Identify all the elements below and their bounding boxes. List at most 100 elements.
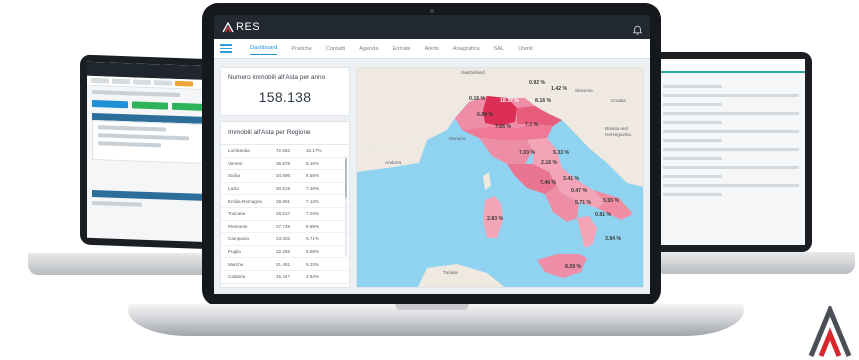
region-row[interactable]: Emilia-Romagna 28.801 7.13% [221,195,349,208]
nav-sal[interactable]: SAL [494,43,505,55]
region-percent: 5.55% [306,249,320,255]
nav-contatti[interactable]: Contatti [326,43,345,55]
map-value-label: 7.26 % [495,124,512,130]
bell-icon[interactable] [632,22,643,35]
right-text-line [663,121,723,124]
laptop-screen: RES Dashboard Pratiche Contatti Agenda E… [214,15,650,294]
right-text-line [663,193,723,196]
region-count: 28.517 [276,211,291,217]
total-count-card: Numero immobili all'Asta per anno 158.13… [220,67,350,116]
nav-utenti[interactable]: Utenti [518,43,533,55]
map-value-label: 5.33 % [553,150,570,156]
nav-dashboard[interactable]: Dashboard [250,42,278,55]
region-percent: 5.71% [306,236,320,242]
map-value-label: 3.84 % [605,236,622,242]
map-value-label: 0.92 % [529,80,546,86]
map-value-label: 8.16 % [535,98,552,104]
left-tab [154,80,172,86]
left-panel [92,119,208,165]
hamburger-menu-icon[interactable] [220,44,232,53]
regions-table: Lombardia 72.652 16.17% Veneto 36.878 8.16% Si… [221,145,349,284]
region-name: Lombardia [228,148,250,154]
left-tab [133,79,151,86]
region-row[interactable]: Lazio 30.519 7.48% [221,183,349,196]
right-laptop-base [655,252,855,274]
regions-card: Immobili all'Asta per Regione Lombardia 7… [220,121,350,288]
region-percent: 7.13% [306,198,320,204]
map-value-label: 0.47 % [571,188,588,194]
region-row[interactable]: Toscana 28.517 7.03% [221,208,349,221]
map-value-label: 0.81 % [595,212,612,218]
region-row[interactable]: Marche 21.481 5.33% [221,258,349,271]
total-count-value: 158.138 [258,89,312,105]
right-text-line [663,148,799,151]
left-laptop-base [28,253,228,275]
left-blue-button [92,99,128,109]
region-name: Veneto [228,160,243,166]
left-tab-active [175,80,193,87]
right-text-line [663,184,799,187]
left-panel-header [92,189,208,202]
right-text-line [663,175,723,178]
region-count: 21.481 [276,261,291,267]
nav-pratiche[interactable]: Pratiche [291,43,312,55]
region-count: 36.878 [276,160,291,166]
map-value-label: 0.16 % [469,96,486,102]
product-showcase: RES Dashboard Pratiche Contatti Agenda E… [0,0,859,360]
region-percent: 6.89% [306,223,320,229]
region-count: 22.265 [276,249,291,255]
region-row[interactable]: Sicilia 34.596 8.59% [221,170,349,183]
region-row[interactable]: Lombardia 72.652 16.17% [221,145,349,158]
map-value-label: 7.46 % [540,180,557,186]
region-percent: 16.17% [306,148,322,154]
right-text-line [663,139,723,142]
region-count: 72.652 [276,148,291,154]
region-count: 27.749 [276,223,291,229]
left-laptop-screen [80,54,220,250]
region-name: Calabria [228,274,246,280]
region-name: Puglia [228,249,241,255]
nav-anagrafica[interactable]: Anagrafica [453,43,480,55]
map-place-andorra: Andorra [385,160,402,165]
left-button-row [92,99,208,112]
map-value-label: 5.71 % [575,200,592,206]
left-green-button [132,101,168,110]
region-name: Toscana [228,211,246,217]
ares-brand-mark-icon [807,303,853,358]
region-count: 28.801 [276,198,291,204]
regions-title: Immobili all'Asta per Regione [221,122,349,145]
right-text-line [663,130,799,133]
region-row[interactable]: Puglia 22.265 5.55% [221,246,349,259]
right-laptop-screen [650,52,812,252]
region-percent: 3.84% [306,274,320,280]
region-count: 15.447 [276,274,291,280]
app-logo[interactable]: RES [222,21,260,33]
region-count: 23.002 [276,236,291,242]
webcam-dot [430,9,434,13]
map-value-label: 8.59 % [565,264,582,270]
map-value-label: 3.41 % [563,176,580,182]
logo-text: RES [236,21,261,33]
region-name: Piemonte [228,223,248,229]
region-row[interactable]: Campania 23.002 5.71% [221,233,349,246]
total-count-title: Numero immobili all'Asta per anno [228,74,326,81]
right-text-line [663,103,723,106]
region-row[interactable]: Calabria 15.447 3.84% [221,271,349,284]
nav-alerts[interactable]: Alerts [425,43,439,55]
nav-agenda[interactable]: Agenda [359,43,378,55]
nav-entrate[interactable]: Entrate [392,43,410,55]
right-text-line [663,85,723,88]
right-text-line [663,94,799,97]
map-place-tunisia: Tunisia [443,270,458,275]
regions-scroll-thumb[interactable] [345,158,347,198]
italy-map-card[interactable]: Switzerland Slovenia Croatia Bosnia and … [356,67,644,288]
region-percent: 7.48% [306,186,320,192]
map-value-label: 1.42 % [551,86,568,92]
right-text-line [663,112,799,115]
map-value-label: 18.37 % [500,98,520,104]
left-column: Numero immobili all'Asta per anno 158.13… [220,67,350,288]
map-value-label: 2.16 % [541,160,558,166]
map-place-switzerland: Switzerland [461,70,485,75]
region-row[interactable]: Piemonte 27.749 6.89% [221,221,349,234]
region-row[interactable]: Veneto 36.878 8.16% [221,158,349,171]
